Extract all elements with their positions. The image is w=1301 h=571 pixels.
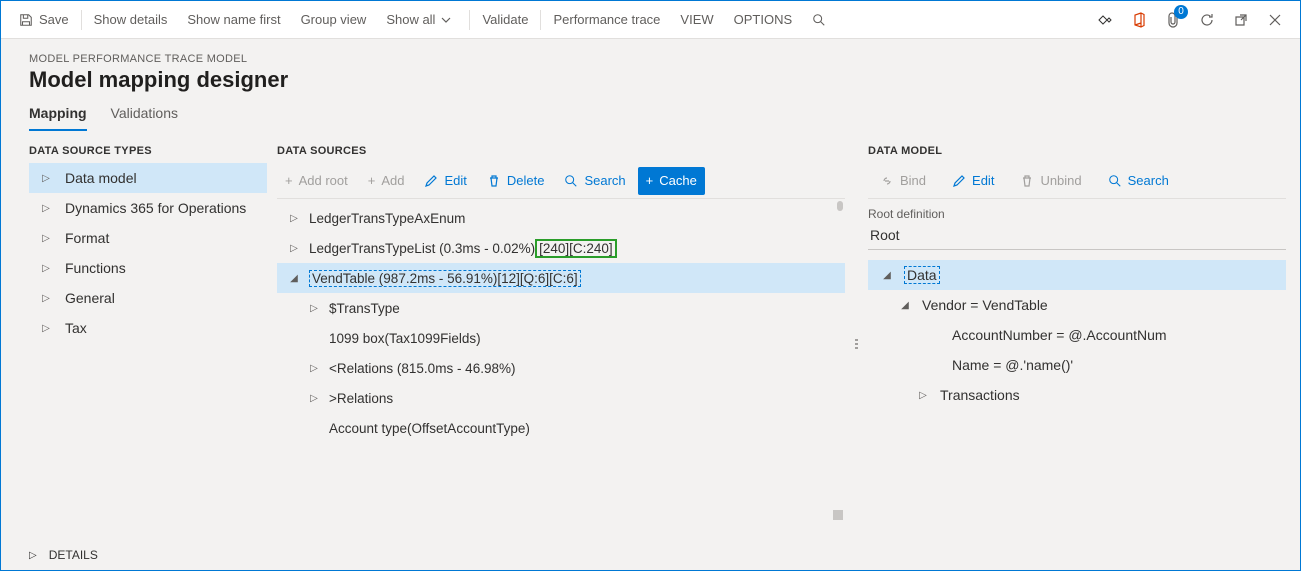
show-all-button[interactable]: Show all (376, 1, 467, 38)
root-definition-label: Root definition (868, 207, 1286, 221)
search-icon (812, 13, 826, 27)
types-item-general[interactable]: ▷General (29, 283, 267, 313)
office-icon[interactable] (1130, 11, 1148, 29)
root-definition-value[interactable]: Root (868, 223, 1286, 250)
search-toolbar-button[interactable] (802, 1, 842, 38)
chevron-right-icon[interactable]: ▷ (916, 390, 930, 401)
toolbar-divider (540, 10, 541, 30)
attachments-icon[interactable]: 0 (1164, 11, 1182, 29)
edit-model-button[interactable]: Edit (944, 167, 1002, 195)
search-icon (564, 174, 578, 188)
chevron-right-icon[interactable]: ▷ (39, 233, 53, 244)
plus-icon: + (646, 173, 654, 188)
chevron-right-icon[interactable]: ▷ (39, 173, 53, 184)
ds-row-vendtable[interactable]: ◢ VendTable (987.2ms - 56.91%)[12][Q:6][… (277, 263, 845, 293)
trash-icon (1020, 174, 1034, 188)
chevron-down-icon[interactable]: ◢ (287, 273, 301, 284)
link-icon (880, 174, 894, 188)
search-icon (1108, 174, 1122, 188)
chevron-down-icon[interactable]: ◢ (898, 300, 912, 311)
badge: 0 (1174, 5, 1188, 19)
types-item-data-model[interactable]: ▷Data model (29, 163, 267, 193)
ds-row-ledger-list[interactable]: ▷ LedgerTransTypeList (0.3ms - 0.02%) [2… (277, 233, 845, 263)
sources-label: DATA SOURCES (277, 145, 845, 157)
view-button[interactable]: VIEW (670, 1, 723, 38)
ds-row-1099box[interactable]: ▷ 1099 box(Tax1099Fields) (277, 323, 845, 353)
ds-row-relations-out[interactable]: ▷ >Relations (277, 383, 845, 413)
edit-button[interactable]: Edit (416, 167, 474, 195)
toolbar-divider (469, 10, 470, 30)
plus-icon: + (285, 173, 293, 188)
tab-validations[interactable]: Validations (111, 105, 178, 131)
delete-button[interactable]: Delete (479, 167, 553, 195)
chevron-right-icon[interactable]: ▷ (39, 263, 53, 274)
chevron-right-icon[interactable]: ▷ (39, 203, 53, 214)
pencil-icon (952, 174, 966, 188)
popout-icon[interactable] (1232, 11, 1250, 29)
types-item-format[interactable]: ▷Format (29, 223, 267, 253)
performance-trace-button[interactable]: Performance trace (543, 1, 670, 38)
types-label: DATA SOURCE TYPES (29, 145, 267, 157)
toolbar-divider (81, 10, 82, 30)
unbind-button[interactable]: Unbind (1012, 167, 1089, 195)
options-button[interactable]: OPTIONS (724, 1, 803, 38)
search-button[interactable]: Search (556, 167, 633, 195)
ds-row-relations-in[interactable]: ▷ <Relations (815.0ms - 46.98%) (277, 353, 845, 383)
dm-row-account[interactable]: ▷ AccountNumber = @.AccountNum (868, 320, 1286, 350)
types-item-tax[interactable]: ▷Tax (29, 313, 267, 343)
pencil-icon (424, 174, 438, 188)
dm-row-transactions[interactable]: ▷ Transactions (868, 380, 1286, 410)
dm-row-name[interactable]: ▷ Name = @.'name()' (868, 350, 1286, 380)
details-expander[interactable]: ▷ DETAILS (1, 544, 1300, 570)
types-item-functions[interactable]: ▷Functions (29, 253, 267, 283)
chevron-right-icon[interactable]: ▷ (307, 363, 321, 374)
chevron-down-icon (441, 15, 451, 25)
save-button[interactable]: Save (9, 1, 79, 38)
connector-icon[interactable] (1096, 11, 1114, 29)
dm-row-data[interactable]: ◢ Data (868, 260, 1286, 290)
chevron-right-icon[interactable]: ▷ (307, 303, 321, 314)
close-icon[interactable] (1266, 11, 1284, 29)
chevron-right-icon[interactable]: ▷ (307, 393, 321, 404)
add-root-button[interactable]: +Add root (277, 167, 356, 195)
save-label: Save (39, 12, 69, 27)
scrollbar-thumb[interactable] (833, 510, 843, 520)
tab-mapping[interactable]: Mapping (29, 105, 87, 131)
ds-row-transtype[interactable]: ▷ $TransType (277, 293, 845, 323)
trace-stats-highlight: [240][C:240] (535, 239, 617, 258)
validate-button[interactable]: Validate (472, 1, 538, 38)
top-toolbar: Save Show details Show name first Group … (1, 1, 1300, 39)
trash-icon (487, 174, 501, 188)
details-label: DETAILS (49, 548, 98, 562)
dm-row-vendor[interactable]: ◢ Vendor = VendTable (868, 290, 1286, 320)
chevron-right-icon: ▷ (29, 550, 37, 561)
types-item-dynamics[interactable]: ▷Dynamics 365 for Operations (29, 193, 267, 223)
chevron-right-icon[interactable]: ▷ (39, 293, 53, 304)
selected-node: VendTable (987.2ms - 56.91%)[12][Q:6][C:… (309, 270, 581, 287)
column-resize-handle[interactable] (855, 145, 858, 544)
scrollbar-thumb[interactable] (837, 201, 843, 211)
show-name-first-button[interactable]: Show name first (177, 1, 290, 38)
refresh-icon[interactable] (1198, 11, 1216, 29)
breadcrumb: MODEL PERFORMANCE TRACE MODEL (29, 53, 1272, 65)
ds-row-ledger-enum[interactable]: ▷ LedgerTransTypeAxEnum (277, 203, 845, 233)
model-label: DATA MODEL (868, 145, 1286, 157)
chevron-right-icon[interactable]: ▷ (287, 213, 301, 224)
bind-button[interactable]: Bind (872, 167, 934, 195)
save-icon (19, 13, 33, 27)
chevron-down-icon[interactable]: ◢ (880, 270, 894, 281)
chevron-right-icon[interactable]: ▷ (39, 323, 53, 334)
group-view-button[interactable]: Group view (291, 1, 377, 38)
plus-icon: + (368, 173, 376, 188)
cache-button[interactable]: +Cache (638, 167, 705, 195)
chevron-right-icon[interactable]: ▷ (287, 243, 301, 254)
types-tree: ▷Data model ▷Dynamics 365 for Operations… (29, 163, 267, 544)
ds-row-account-type[interactable]: ▷ Account type(OffsetAccountType) (277, 413, 845, 443)
add-button[interactable]: +Add (360, 167, 413, 195)
selected-node: Data (904, 266, 940, 284)
page-title: Model mapping designer (29, 67, 1272, 93)
show-details-button[interactable]: Show details (84, 1, 178, 38)
search-model-button[interactable]: Search (1100, 167, 1177, 195)
